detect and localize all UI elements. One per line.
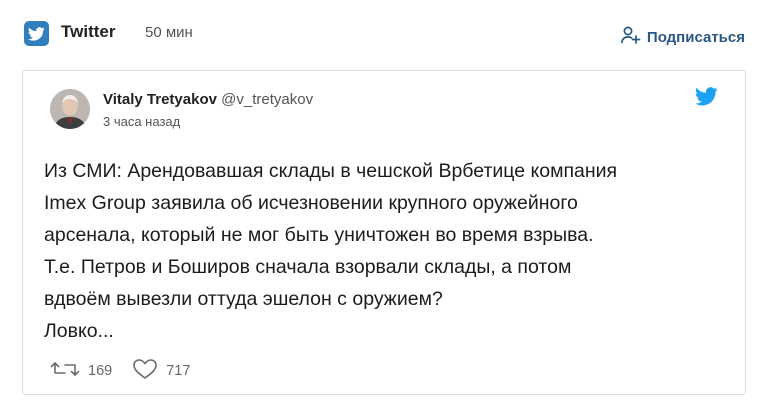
twitter-bird-icon[interactable]	[695, 87, 718, 111]
tweet-actions: 169 717	[50, 358, 190, 384]
heart-icon	[132, 358, 158, 384]
source-name[interactable]: Twitter	[61, 22, 115, 42]
subscribe-label: Подписаться	[646, 28, 745, 46]
tweet-text: Из СМИ: Арендовавшая склады в чешской Вр…	[44, 160, 618, 342]
twitter-logo-icon[interactable]	[24, 21, 49, 46]
retweet-count: 169	[88, 363, 113, 379]
add-person-icon	[621, 26, 641, 48]
post-time[interactable]: 50 мин	[145, 24, 193, 41]
retweet-button[interactable]: 169	[50, 359, 112, 383]
embedded-tweet: Vitaly Tretyakov @v_tretyakov 3 часа наз…	[22, 70, 746, 395]
like-button[interactable]: 717	[132, 358, 190, 384]
post-header: Twitter 50 мин Подписаться	[0, 0, 768, 68]
avatar[interactable]	[50, 89, 90, 129]
tweet-timestamp[interactable]: 3 часа назад	[103, 114, 180, 129]
author-display-name: Vitaly Tretyakov	[103, 91, 217, 108]
like-count: 717	[166, 363, 191, 379]
author-handle: @v_tretyakov	[221, 91, 314, 108]
author-name[interactable]: Vitaly Tretyakov @v_tretyakov	[103, 91, 313, 108]
subscribe-button[interactable]: Подписаться	[621, 26, 745, 48]
retweet-icon	[50, 359, 80, 383]
